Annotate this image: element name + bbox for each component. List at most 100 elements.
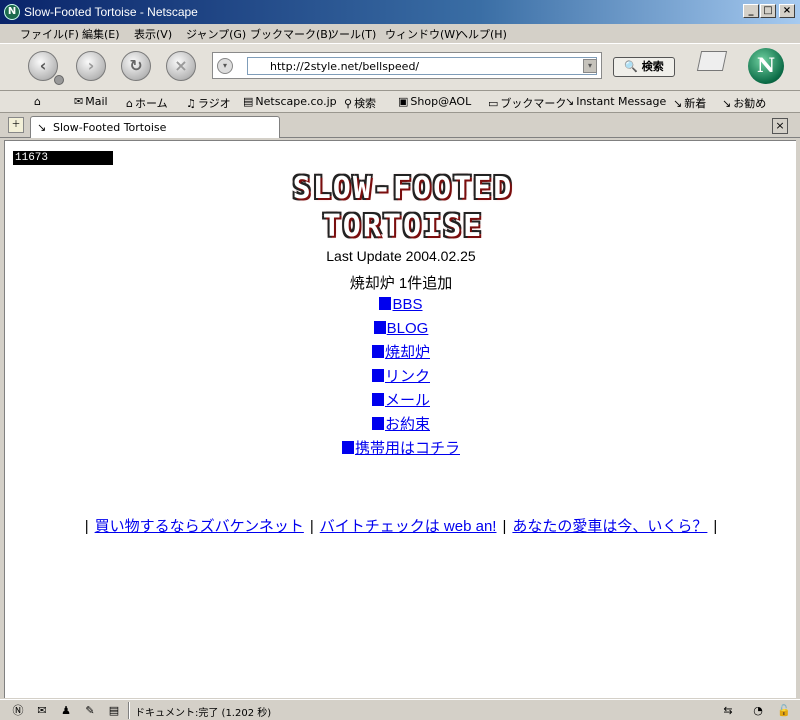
security-lock-icon[interactable]: 🔓 <box>776 703 792 718</box>
link-mobile-label: 携帯用はコチラ <box>354 440 460 457</box>
square-bullet-icon <box>341 441 354 454</box>
pt-instant-message[interactable]: ↘ Instant Message <box>565 95 666 108</box>
tab-slow-footed-tortoise[interactable]: ↘ Slow-Footed Tortoise <box>30 116 280 138</box>
link-blog-label: BLOG <box>386 320 429 337</box>
last-update-text: Last Update 2004.02.25 <box>326 248 476 264</box>
search-button-label: 検索 <box>641 60 664 73</box>
ad-link-job[interactable]: バイトチェックは web an! <box>320 518 497 535</box>
pt-new[interactable]: ↘ 新着 <box>673 95 706 111</box>
new-tab-icon[interactable]: ＋ <box>8 117 24 133</box>
link-bbs[interactable]: BBS <box>5 293 797 317</box>
pt-new-label: 新着 <box>684 97 707 110</box>
page-proxy-icon[interactable]: ▾ <box>217 58 233 74</box>
pt-home[interactable]: ⌂ ホーム <box>126 95 168 111</box>
status-bar: Ⓝ ✉ ♟ ✎ ▤ ドキュメント:完了 (1.202 秒) ⇆ ◔ 🔓 <box>0 699 800 720</box>
pt-instant-message-label: Instant Message <box>576 95 667 108</box>
update-note: 焼却炉 1件追加 <box>349 275 453 292</box>
status-divider <box>128 702 130 719</box>
link-blog[interactable]: BLOG <box>5 317 797 341</box>
netscape-logo-icon[interactable]: N <box>748 48 784 84</box>
url-input[interactable] <box>247 57 597 75</box>
page-content: 11673 SLOW-FOOTED TORTOISE Last Update 2… <box>4 140 796 698</box>
close-window-button[interactable]: × <box>779 4 795 18</box>
menu-edit[interactable]: 編集(E) <box>82 26 120 42</box>
search-button[interactable]: 🔍 検索 <box>613 57 675 77</box>
link-bbs-label: BBS <box>392 296 423 313</box>
pt-shop-label: Shop@AOL <box>410 95 472 108</box>
maximize-button[interactable]: □ <box>760 4 776 18</box>
square-bullet-icon <box>371 393 384 406</box>
link-links[interactable]: リンク <box>5 365 797 389</box>
cookie-icon[interactable]: ◔ <box>750 703 766 718</box>
menu-help[interactable]: ヘルプ(H) <box>457 26 507 42</box>
pt-recommend[interactable]: ↘ お勧め <box>722 95 766 111</box>
magnifier-icon: ⚲ <box>344 97 353 110</box>
link-rules[interactable]: お約束 <box>5 413 797 437</box>
connection-icon: ⇆ <box>723 704 733 717</box>
shop-icon: ▣ <box>398 95 409 108</box>
pt-mail[interactable]: ✉ Mail <box>74 95 108 108</box>
square-bullet-icon <box>371 345 384 358</box>
link-links-label: リンク <box>384 368 430 385</box>
square-bullet-icon <box>371 417 384 430</box>
mail-icon: ✉ <box>74 95 84 108</box>
link-incinerator-label: 焼却炉 <box>384 344 430 361</box>
bookmark-link-icon: ↘ <box>673 97 683 110</box>
logo-line-1: SLOW-FOOTED <box>292 171 514 206</box>
print-icon[interactable] <box>696 51 728 71</box>
ad-link-shopping[interactable]: 買い物するならズバケンネット <box>95 518 304 535</box>
link-mail[interactable]: メール <box>5 389 797 413</box>
pt-home-label: ホーム <box>134 97 168 110</box>
access-counter: 11673 <box>13 151 113 165</box>
minimize-button[interactable]: _ <box>743 4 759 18</box>
site-logo: SLOW-FOOTED TORTOISE <box>243 171 563 247</box>
pt-search[interactable]: ⚲ 検索 <box>344 95 376 111</box>
ad-separator: | <box>713 518 718 535</box>
ad-links: | 買い物するならズバケンネット | バイトチェックは web an! | あなたの愛車は… <box>5 515 797 536</box>
search-icon: 🔍 <box>624 60 638 73</box>
link-mail-label: メール <box>384 392 430 409</box>
back-button[interactable]: ‹ <box>28 51 58 81</box>
my-icon: ▤ <box>243 95 254 108</box>
pt-search-label: 検索 <box>354 97 377 110</box>
navigator-icon[interactable]: Ⓝ <box>10 703 26 718</box>
menu-view[interactable]: 表示(V) <box>134 26 172 42</box>
pt-mail-label: Mail <box>85 95 108 108</box>
reload-button[interactable]: ↻ <box>121 51 151 81</box>
netscape-icon: N <box>4 4 20 20</box>
url-history-dropdown[interactable]: ▾ <box>583 59 597 73</box>
mail-icon[interactable]: ✉ <box>34 703 50 718</box>
bookmark-link-icon: ↘ <box>565 95 575 108</box>
pt-netscape[interactable]: ▤ Netscape.co.jp <box>243 95 337 108</box>
pt-shop[interactable]: ▣ Shop@AOL <box>398 95 471 108</box>
composer-icon[interactable]: ✎ <box>82 703 98 718</box>
menu-tools[interactable]: ツール(T) <box>328 26 376 42</box>
pt-bookmarks[interactable]: ▭ ブックマーク <box>488 95 566 111</box>
window-titlebar: N Slow-Footed Tortoise - Netscape _ □ × <box>0 0 800 24</box>
menu-go[interactable]: ジャンプ(G) <box>186 26 246 42</box>
menu-bookmarks[interactable]: ブックマーク(B) <box>250 26 332 42</box>
link-incinerator[interactable]: 焼却炉 <box>5 341 797 365</box>
close-tab-button[interactable]: × <box>772 118 788 134</box>
window-title: Slow-Footed Tortoise - Netscape <box>24 5 198 19</box>
tab-bar: ＋ ↘ Slow-Footed Tortoise × <box>0 114 800 138</box>
forward-button[interactable]: › <box>76 51 106 81</box>
pt-radio[interactable]: ♫ ラジオ <box>186 95 231 111</box>
navigation-toolbar: ‹ › ↻ × ▾ ▾ 🔍 検索 N <box>0 43 800 91</box>
bookmark-link-icon: ↘ <box>722 97 732 110</box>
back-history-dropdown[interactable] <box>54 75 64 85</box>
menu-window[interactable]: ウィンドウ(W) <box>385 26 459 42</box>
house-icon: ⌂ <box>126 97 133 110</box>
menu-file[interactable]: ファイル(F) <box>20 26 79 42</box>
page-icon: ↘ <box>37 121 47 134</box>
link-mobile[interactable]: 携帯用はコチラ <box>5 437 797 461</box>
ad-link-car[interactable]: あなたの愛車は今、いくら？ <box>512 518 707 535</box>
home-tab-icon[interactable]: ⌂ <box>34 95 41 108</box>
address-book-icon[interactable]: ▤ <box>106 703 122 718</box>
stop-button[interactable]: × <box>166 51 196 81</box>
pt-netscape-label: Netscape.co.jp <box>255 95 337 108</box>
pt-recommend-label: お勧め <box>733 97 767 110</box>
aim-icon[interactable]: ♟ <box>58 703 74 718</box>
ad-separator: | <box>84 518 89 535</box>
headphones-icon: ♫ <box>186 97 196 110</box>
